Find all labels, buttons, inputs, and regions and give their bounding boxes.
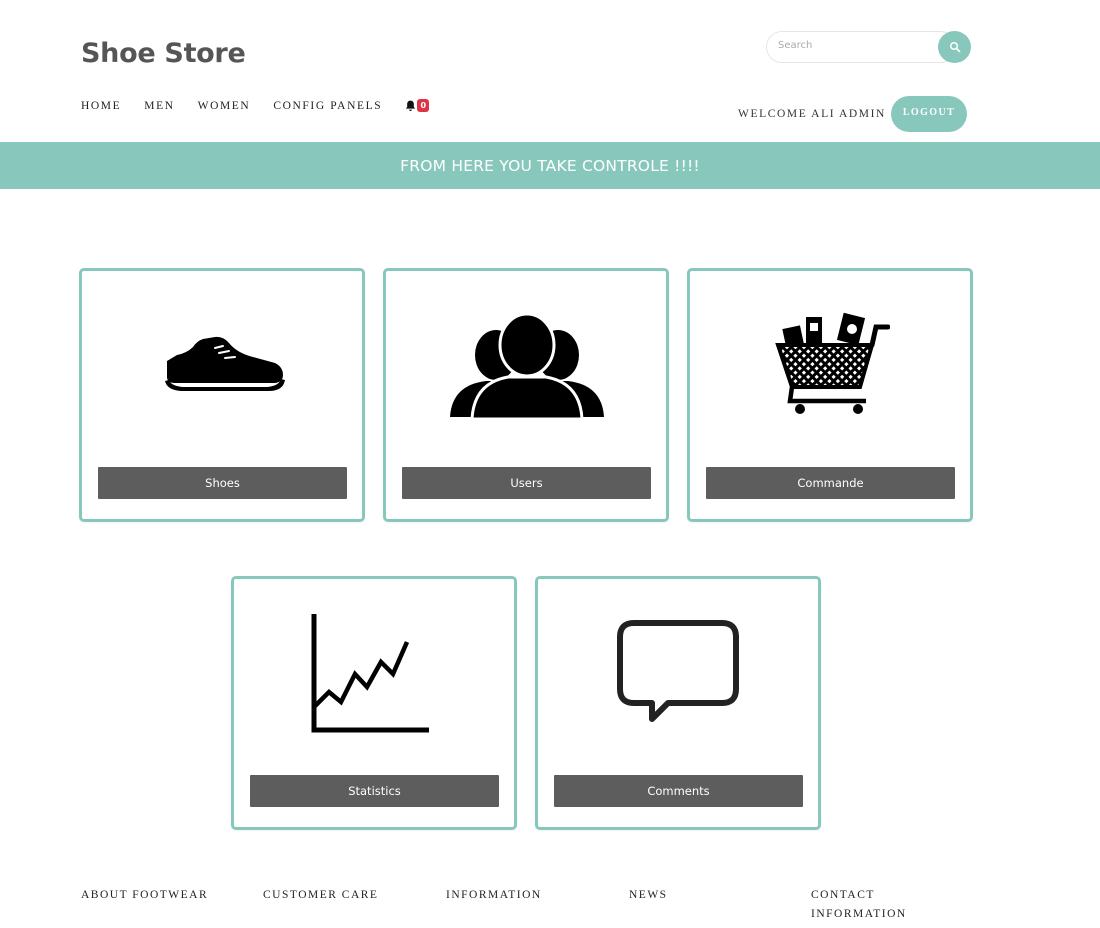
statistics-button[interactable]: Statistics xyxy=(250,775,499,807)
search-button[interactable] xyxy=(938,31,971,63)
main-nav: HOME MEN WOMEN CONFIG PANELS 0 xyxy=(81,99,430,112)
card-commande[interactable]: Commande xyxy=(687,268,973,522)
logout-button[interactable]: LOGOUT xyxy=(891,96,967,132)
comments-button[interactable]: Comments xyxy=(554,775,803,807)
users-button[interactable]: Users xyxy=(402,467,651,499)
search-icon xyxy=(949,42,960,53)
card-shoes[interactable]: Shoes xyxy=(79,268,365,522)
nav-home[interactable]: HOME xyxy=(81,100,121,112)
card-statistics-image xyxy=(234,579,514,769)
card-commande-image xyxy=(690,271,970,461)
welcome-text: WELCOME ALI ADMIN xyxy=(738,108,886,120)
footer-information[interactable]: INFORMATION xyxy=(446,886,542,905)
search-field[interactable] xyxy=(766,31,956,63)
card-comments[interactable]: Comments xyxy=(535,576,821,830)
card-users[interactable]: Users xyxy=(383,268,669,522)
shopping-cart-icon xyxy=(775,312,890,414)
shoe-icon xyxy=(165,336,285,391)
speech-bubble-icon xyxy=(616,620,739,722)
banner: FROM HERE YOU TAKE CONTROLE !!!! xyxy=(0,142,1100,189)
bell-icon xyxy=(406,100,416,111)
card-users-image xyxy=(386,271,666,461)
brand-title[interactable]: Shoe Store xyxy=(81,38,246,69)
footer-customer-care[interactable]: CUSTOMER CARE xyxy=(263,886,378,905)
footer-about-footwear[interactable]: ABOUT FOOTWEAR xyxy=(81,886,208,905)
footer-news[interactable]: NEWS xyxy=(629,886,668,905)
card-shoes-image xyxy=(82,271,362,461)
footer-contact-information[interactable]: CONTACT INFORMATION xyxy=(811,886,921,924)
shoes-button[interactable]: Shoes xyxy=(98,467,347,499)
notifications[interactable]: 0 xyxy=(405,99,430,112)
nav-women[interactable]: WOMEN xyxy=(198,100,251,112)
commande-button[interactable]: Commande xyxy=(706,467,955,499)
card-comments-image xyxy=(538,579,818,769)
notification-count-badge: 0 xyxy=(417,99,430,112)
users-icon xyxy=(449,312,604,421)
nav-men[interactable]: MEN xyxy=(144,100,174,112)
banner-text: FROM HERE YOU TAKE CONTROLE !!!! xyxy=(400,156,700,175)
search-input[interactable] xyxy=(778,40,928,51)
card-statistics[interactable]: Statistics xyxy=(231,576,517,830)
line-chart-icon xyxy=(311,613,429,732)
nav-config-panels[interactable]: CONFIG PANELS xyxy=(273,100,382,112)
